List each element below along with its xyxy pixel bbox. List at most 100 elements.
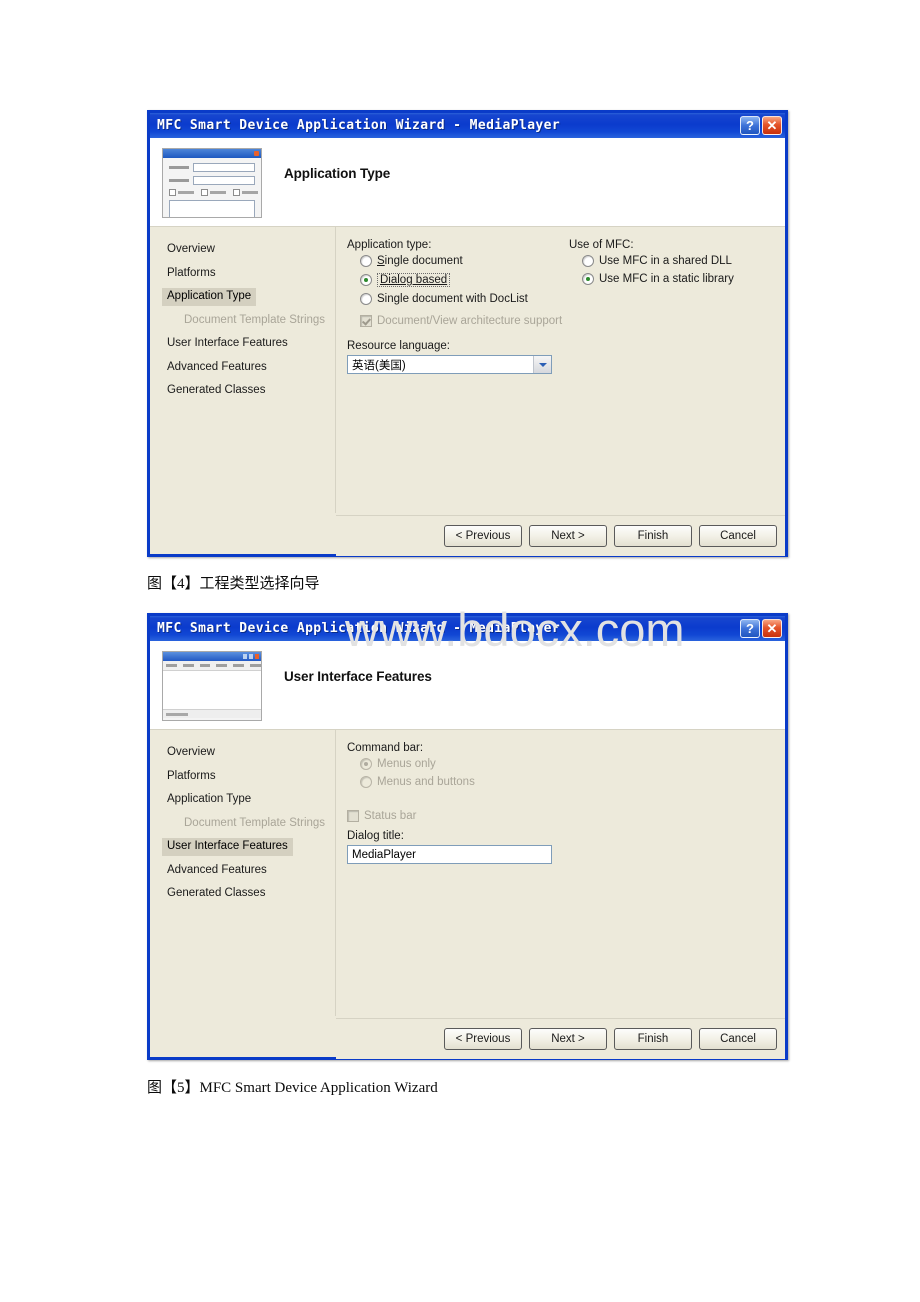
help-icon[interactable]: ?: [740, 619, 760, 638]
checkbox-icon: [347, 810, 359, 822]
checkbox-status-bar: Status bar: [347, 810, 565, 822]
preview-label: [242, 191, 258, 194]
radio-icon[interactable]: [582, 273, 594, 285]
radio-icon: [360, 776, 372, 788]
checkbox-icon: [360, 315, 372, 327]
preview-menu-item: [250, 664, 261, 667]
wizard-main-panel: Command bar: Menus only Menus and button…: [336, 730, 785, 1018]
radio-single-document[interactable]: SSingle documentingle document: [360, 255, 565, 267]
dialog-title-label: Dialog title:: [347, 830, 404, 842]
resource-language-select[interactable]: 英语(美国): [347, 355, 552, 374]
previous-button[interactable]: < Previous: [444, 1028, 522, 1050]
sidebar-item-advanced-features[interactable]: Advanced Features: [162, 359, 272, 377]
finish-button[interactable]: Finish: [614, 1028, 692, 1050]
titlebar-buttons: ? ✕: [740, 116, 782, 135]
radio-single-document-with-doclist[interactable]: Single document with DocList: [360, 293, 565, 305]
page-title: User Interface Features: [284, 669, 432, 684]
sidebar-item-overview[interactable]: Overview: [162, 241, 220, 259]
wizard-body: Overview Platforms Application Type Docu…: [150, 227, 785, 515]
radio-icon[interactable]: [582, 255, 594, 267]
sidebar-bottom-fill: [150, 1016, 336, 1057]
chevron-down-icon[interactable]: [533, 356, 551, 373]
checkbox-document-view-architecture-support: Document/View architecture support: [360, 315, 565, 327]
command-bar-group-label: Command bar:: [347, 742, 424, 754]
wizard-sidebar: Overview Platforms Application Type Docu…: [150, 730, 336, 1018]
preview-checkbox-icon: [169, 189, 176, 196]
wizard-window-user-interface-features: MFC Smart Device Application Wizard - Me…: [147, 613, 788, 1060]
help-icon[interactable]: ?: [740, 116, 760, 135]
preview-statusbar: [163, 709, 261, 718]
preview-label: [169, 179, 189, 182]
preview-thumbnail-window: [162, 651, 262, 721]
sidebar-bottom-fill: [150, 513, 336, 554]
sidebar-item-platforms[interactable]: Platforms: [162, 265, 221, 283]
sidebar-item-user-interface-features[interactable]: User Interface Features: [162, 838, 293, 856]
preview-form-row: [169, 163, 255, 172]
preview-checkbox-item: [169, 189, 194, 196]
preview-menubar: [163, 661, 261, 671]
radio-icon: [360, 758, 372, 770]
figure-caption-5: 图【5】MFC Smart Device Application Wizard: [147, 1080, 438, 1096]
radio-label: Dialog based: [377, 273, 451, 287]
preview-menu-item: [199, 664, 211, 667]
preview-label: [210, 191, 226, 194]
preview-checkbox-icon: [201, 189, 208, 196]
radio-use-mfc-shared-dll[interactable]: Use MFC in a shared DLL: [582, 255, 785, 267]
close-icon[interactable]: ✕: [762, 116, 782, 135]
sidebar-item-advanced-features[interactable]: Advanced Features: [162, 862, 272, 880]
preview-label: [178, 191, 194, 194]
preview-menu-item: [182, 664, 194, 667]
radio-label: Use MFC in a static library: [599, 273, 734, 285]
finish-button[interactable]: Finish: [614, 525, 692, 547]
wizard-sidebar: Overview Platforms Application Type Docu…: [150, 227, 336, 515]
resource-language-value: 英语(美国): [352, 359, 406, 372]
use-of-mfc-group-label: Use of MFC:: [569, 239, 634, 251]
radio-icon[interactable]: [360, 293, 372, 305]
titlebar: MFC Smart Device Application Wizard - Me…: [150, 616, 785, 641]
preview-input: [193, 176, 255, 185]
sidebar-item-platforms[interactable]: Platforms: [162, 768, 221, 786]
preview-textarea: [169, 200, 255, 217]
sidebar-item-overview[interactable]: Overview: [162, 744, 220, 762]
checkbox-label: Document/View architecture support: [377, 315, 563, 327]
radio-icon[interactable]: [360, 274, 372, 286]
close-icon[interactable]: ✕: [762, 619, 782, 638]
titlebar: MFC Smart Device Application Wizard - Me…: [150, 113, 785, 138]
next-button[interactable]: Next >: [529, 525, 607, 547]
preview-menu-item: [166, 664, 177, 667]
preview-checkbox-group: [169, 189, 258, 196]
radio-icon[interactable]: [360, 255, 372, 267]
application-type-column: Application type: SSingle documentingle …: [347, 239, 565, 374]
radio-label: Single document with DocList: [377, 293, 528, 305]
sidebar-item-application-type[interactable]: Application Type: [162, 288, 257, 306]
radio-label: Use MFC in a shared DLL: [599, 255, 732, 267]
previous-button[interactable]: < Previous: [444, 525, 522, 547]
wizard-body: Overview Platforms Application Type Docu…: [150, 730, 785, 1018]
preview-label: [169, 166, 189, 169]
figure-caption-4: 图【4】工程类型选择向导: [147, 576, 320, 592]
radio-use-mfc-static-library[interactable]: Use MFC in a static library: [582, 273, 785, 285]
sidebar-item-generated-classes[interactable]: Generated Classes: [162, 382, 270, 400]
cancel-button[interactable]: Cancel: [699, 1028, 777, 1050]
wizard-window-application-type: MFC Smart Device Application Wizard - Me…: [147, 110, 788, 557]
radio-label: SSingle documentingle document: [377, 255, 463, 267]
preview-titlebar: [163, 149, 261, 158]
sidebar-item-generated-classes[interactable]: Generated Classes: [162, 885, 270, 903]
radio-dialog-based[interactable]: Dialog based: [360, 273, 565, 287]
cancel-button[interactable]: Cancel: [699, 525, 777, 547]
preview-status-text: [166, 712, 188, 716]
preview-body: [163, 158, 261, 217]
resource-language-label: Resource language:: [347, 340, 450, 352]
sidebar-item-user-interface-features[interactable]: User Interface Features: [162, 335, 293, 353]
next-button[interactable]: Next >: [529, 1028, 607, 1050]
window-title: MFC Smart Device Application Wizard - Me…: [157, 621, 561, 636]
sidebar-item-application-type[interactable]: Application Type: [162, 791, 256, 809]
command-bar-column: Command bar: Menus only Menus and button…: [347, 742, 565, 864]
window-title: MFC Smart Device Application Wizard - Me…: [157, 118, 561, 133]
wizard-header: Application Type: [150, 138, 785, 227]
application-type-group-label: Application type:: [347, 239, 432, 251]
preview-client-area: [163, 671, 261, 709]
preview-checkbox-item: [201, 189, 226, 196]
dialog-title-input[interactable]: MediaPlayer: [347, 845, 552, 864]
radio-menus-only: Menus only: [360, 758, 565, 770]
